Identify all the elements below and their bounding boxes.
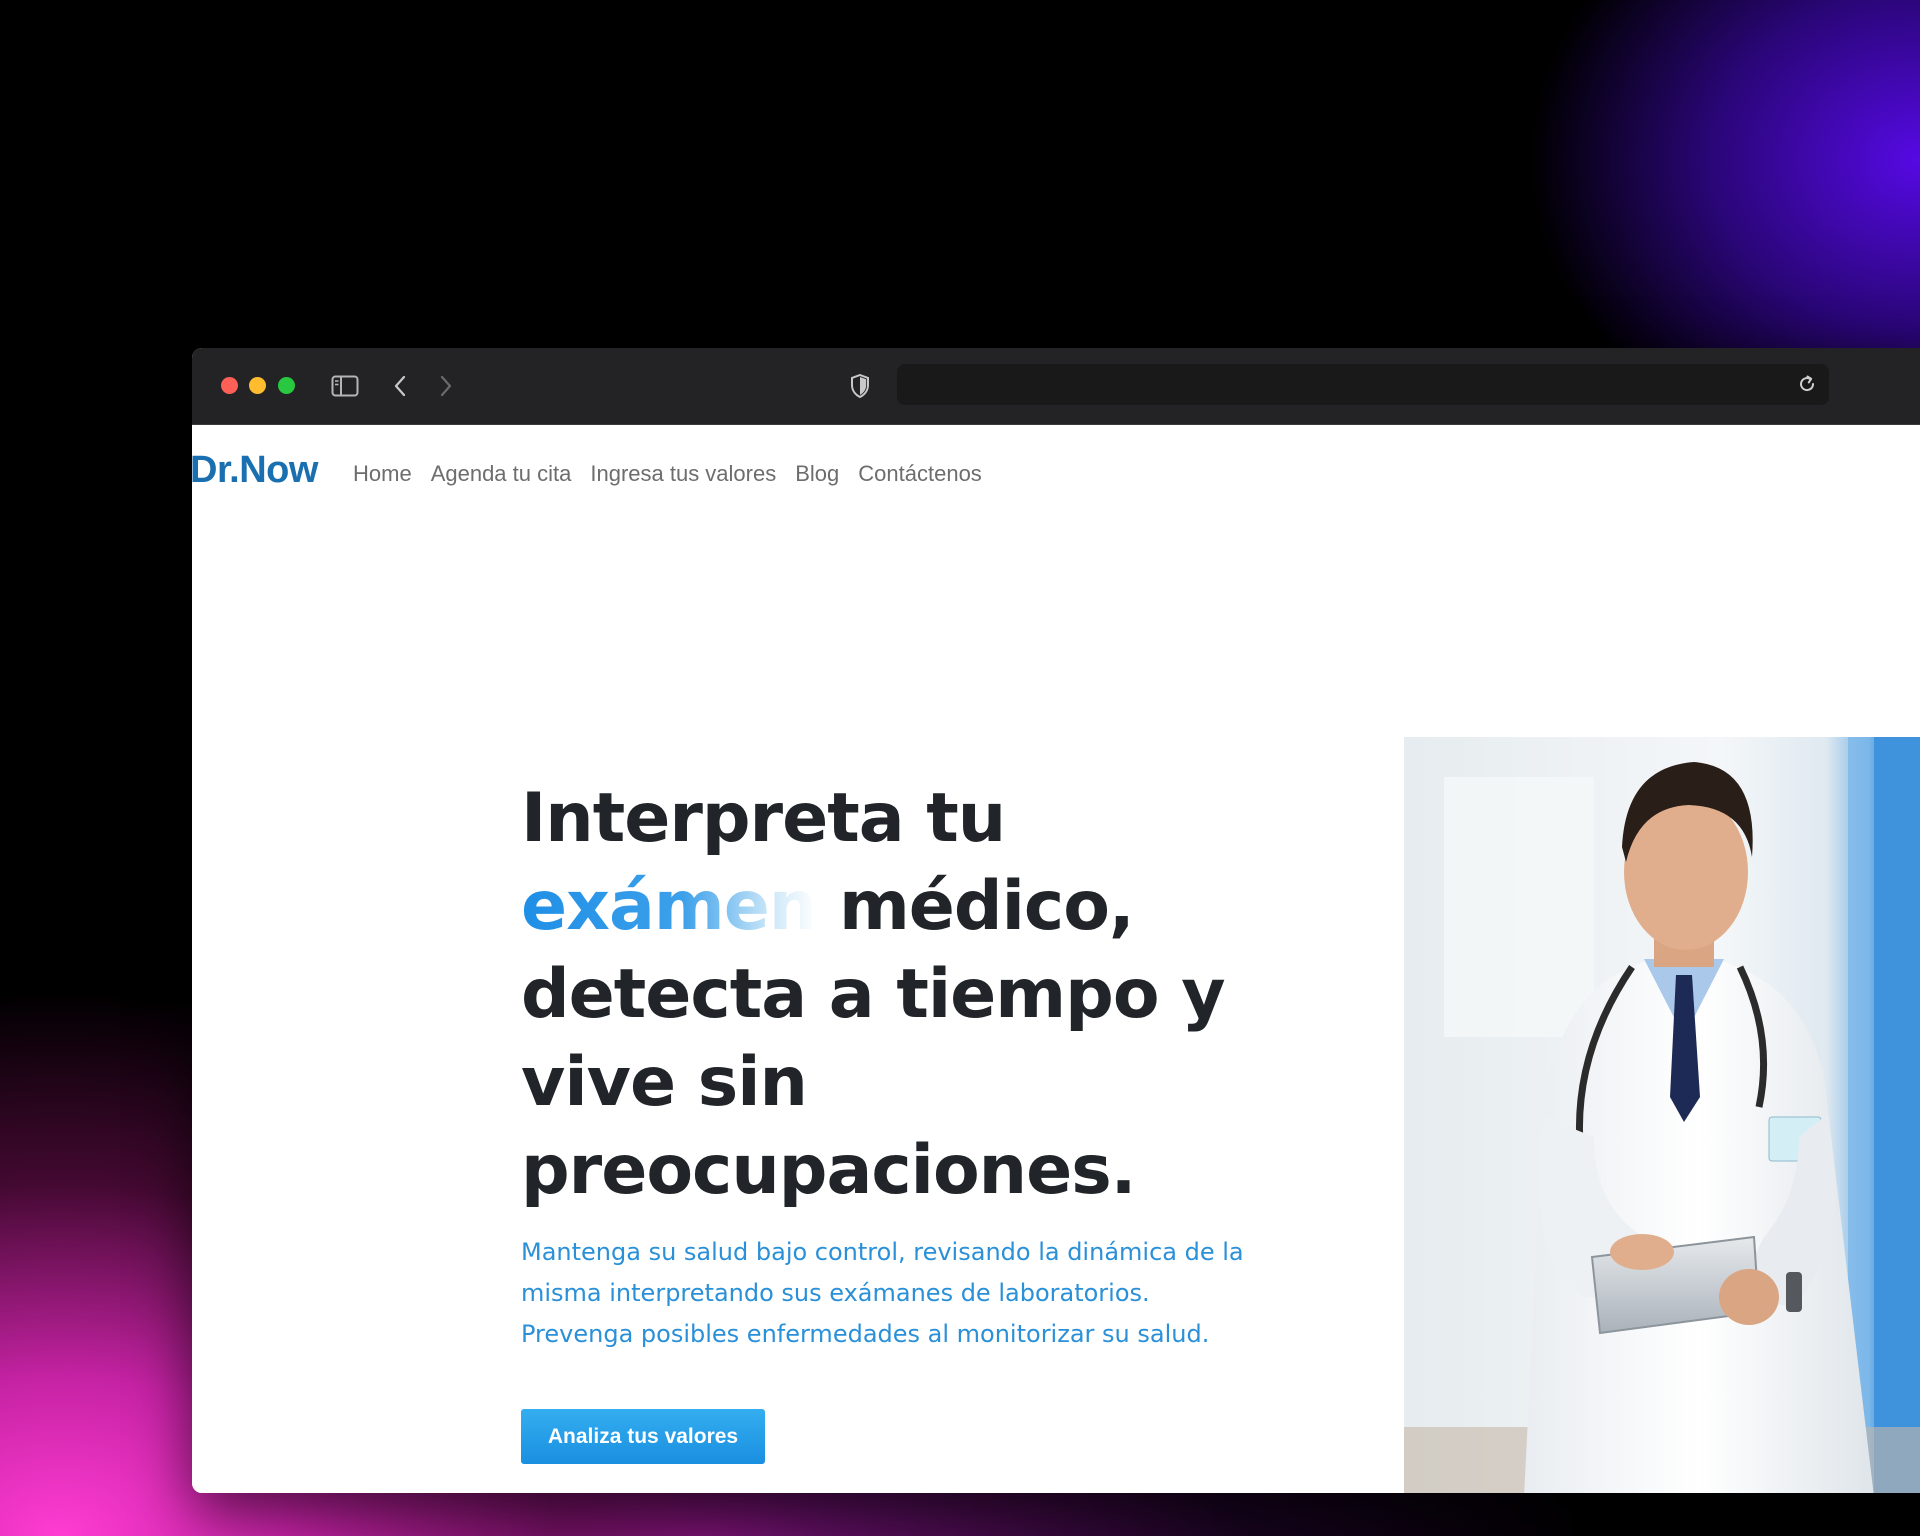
hero-subtitle-line: Prevenga posibles enfermedades al monito…: [521, 1320, 1210, 1348]
hero-subtitle-line: misma interpretando sus exámanes de labo…: [521, 1279, 1150, 1307]
site-logo[interactable]: Dr.Now: [192, 449, 318, 492]
hero-subtitle-line: Mantenga su salud bajo control, revisand…: [521, 1238, 1244, 1266]
address-bar[interactable]: [897, 364, 1829, 405]
web-page: Dr.Now Home Agenda tu cita Ingresa tus v…: [192, 425, 1920, 1493]
close-window-button[interactable]: [221, 377, 238, 394]
browser-toolbar: [192, 348, 1920, 425]
nav-link-valores[interactable]: Ingresa tus valores: [590, 461, 776, 487]
doctor-photo: [1404, 737, 1920, 1493]
hero-title-line1: Interpreta tu: [521, 779, 1006, 858]
browser-window: Dr.Now Home Agenda tu cita Ingresa tus v…: [192, 348, 1920, 1493]
nav-link-agenda[interactable]: Agenda tu cita: [431, 461, 572, 487]
main-nav: Home Agenda tu cita Ingresa tus valores …: [353, 461, 1001, 487]
hero-subtitle: Mantenga su salud bajo control, revisand…: [521, 1232, 1281, 1355]
hero-title: Interpreta tu exámen médico, detecta a ti…: [521, 775, 1241, 1215]
sidebar-icon[interactable]: [330, 372, 360, 400]
shield-icon[interactable]: [848, 372, 872, 400]
nav-link-home[interactable]: Home: [353, 461, 412, 487]
zoom-window-button[interactable]: [278, 377, 295, 394]
analyze-values-button[interactable]: Analiza tus valores: [521, 1409, 765, 1464]
nav-link-contacto[interactable]: Contáctenos: [858, 461, 982, 487]
nav-link-blog[interactable]: Blog: [795, 461, 839, 487]
reload-icon[interactable]: [1795, 372, 1819, 396]
forward-arrow-icon[interactable]: [438, 372, 454, 400]
hero-title-highlight: exámen: [521, 867, 817, 946]
back-arrow-icon[interactable]: [392, 372, 408, 400]
minimize-window-button[interactable]: [249, 377, 266, 394]
